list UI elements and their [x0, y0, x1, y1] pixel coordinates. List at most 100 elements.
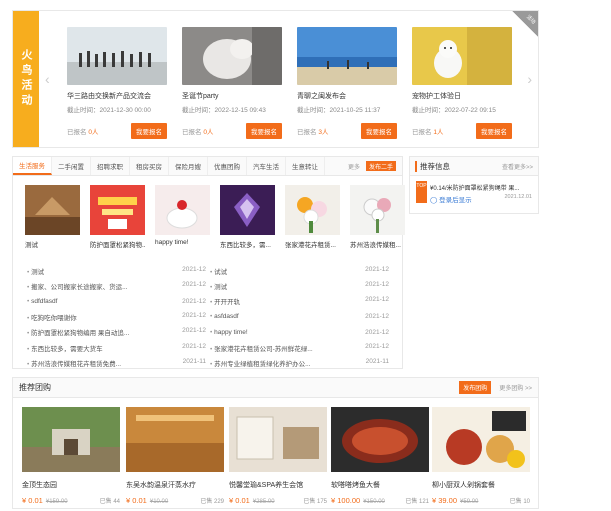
- list-item[interactable]: 搬家、公司搬家长途搬家、货运...2021-12: [27, 281, 210, 291]
- activity-card[interactable]: 青聊之闽发布会 截止时间：2021-10-25 11:37 已报名 3人 我要报…: [297, 27, 397, 139]
- life-thumb[interactable]: 张家港花卉租赁...: [285, 185, 340, 249]
- life-thumb-title[interactable]: happy time!: [155, 239, 210, 246]
- recommend-item-title[interactable]: ¥0.14/米防护面罩松紧狗绳带 果...: [430, 183, 536, 192]
- signup-button[interactable]: 我要报名: [476, 122, 512, 139]
- publish-group-buy-button[interactable]: 发布团购: [459, 381, 492, 394]
- group-buy-card[interactable]: 柳小厨双人剁锅套餐 ¥ 39.00 ¥59.00 已售 10: [432, 407, 530, 505]
- list-item[interactable]: 测试2021-12: [27, 266, 210, 276]
- group-buy-title-text[interactable]: 金顶生态园: [22, 480, 120, 490]
- list-item[interactable]: sdfdfasdf2021-12: [27, 298, 210, 305]
- life-thumb-image[interactable]: [25, 185, 80, 235]
- life-thumb-title[interactable]: 测试: [25, 239, 80, 249]
- life-thumb-title[interactable]: 苏州浩浪传媒租...: [350, 239, 405, 249]
- life-thumb-image[interactable]: [220, 185, 275, 235]
- group-buy-sold: 已售 10: [509, 499, 530, 505]
- life-thumb-image[interactable]: [155, 185, 210, 235]
- activity-image[interactable]: [67, 27, 167, 85]
- login-to-view-link[interactable]: ◯ 登录后显示: [430, 194, 472, 204]
- group-buy-title-text[interactable]: 东吴水韵温泉汗蒸水疗: [126, 480, 224, 490]
- life-thumb[interactable]: 东西比较多，需...: [220, 185, 275, 249]
- group-buy-image[interactable]: [22, 407, 120, 472]
- activity-card[interactable]: 华三路由交换新产品交流会 截止时间：2021-12-30 00:00 已报名 0…: [67, 27, 167, 139]
- group-buy-title-text[interactable]: 悦馨堂瑜&SPA养生会馆: [229, 480, 327, 490]
- group-buy-image[interactable]: [229, 407, 327, 472]
- group-buy-sold: 已售 175: [303, 499, 327, 505]
- post-row: 防护面罩松紧狗物编用 果自动追...2021-12 happy time!202…: [27, 325, 393, 340]
- group-buy-image[interactable]: [432, 407, 530, 472]
- chevron-left-icon[interactable]: ‹: [45, 71, 50, 87]
- signup-button[interactable]: 我要报名: [131, 122, 167, 139]
- group-buy-price: ¥ 0.01: [126, 496, 147, 505]
- tab-insurance[interactable]: 保险月嫂: [169, 157, 208, 175]
- group-buy-card[interactable]: 东吴水韵温泉汗蒸水疗 ¥ 0.01 ¥10.00 已售 229: [126, 407, 224, 505]
- signup-button[interactable]: 我要报名: [246, 122, 282, 139]
- activity-card[interactable]: 宠物护工体验日 截止时间：2022-07-22 09:15 已报名 1人 我要报…: [412, 27, 512, 139]
- activity-image[interactable]: [297, 27, 397, 85]
- activity-title[interactable]: 圣诞节party: [182, 91, 282, 101]
- group-buy-sold: 已售 229: [200, 499, 224, 505]
- list-item[interactable]: asfdasdf2021-12: [210, 313, 393, 320]
- tab-business-transfer[interactable]: 生意转让: [286, 157, 325, 175]
- group-buy-image[interactable]: [126, 407, 224, 472]
- list-item[interactable]: 苏州专业绿植租赁绿化养护办公...2021-11: [210, 358, 393, 368]
- list-item[interactable]: 东西比较多，需要大货车2021-12: [27, 343, 210, 353]
- list-item[interactable]: 吃狗吃你喂谢你2021-12: [27, 312, 210, 322]
- post-row: 测试2021-12 试试2021-12: [27, 263, 393, 278]
- group-buy-original-price: ¥285.00: [252, 499, 275, 505]
- tab-jobs[interactable]: 招聘求职: [91, 157, 130, 175]
- publish-secondhand-button[interactable]: 发布二手: [365, 161, 396, 171]
- tab-car-life[interactable]: 汽车生活: [247, 157, 286, 175]
- activity-signup-count: 已报名 0人: [67, 128, 99, 136]
- life-services-section: 生活服务 二手闲置 招聘求职 租房买房 保险月嫂 优惠团购 汽车生活 生意转让 …: [12, 156, 405, 369]
- group-buy-image[interactable]: [331, 407, 429, 472]
- life-thumb-title[interactable]: 东西比较多，需...: [220, 239, 275, 249]
- tab-housing[interactable]: 租房买房: [130, 157, 169, 175]
- activity-signup-count: 已报名 0人: [182, 128, 214, 136]
- life-thumb-image[interactable]: [90, 185, 145, 235]
- tab-group-deals[interactable]: 优惠团购: [208, 157, 247, 175]
- activity-title[interactable]: 青聊之闽发布会: [297, 91, 397, 101]
- chevron-right-icon[interactable]: ›: [527, 71, 532, 87]
- activity-image[interactable]: [412, 27, 512, 85]
- group-buy-title-text[interactable]: 软嗒嗒烤鱼大餐: [331, 480, 429, 490]
- activity-title[interactable]: 宠物护工体验日: [412, 91, 512, 101]
- group-buy-card[interactable]: 软嗒嗒烤鱼大餐 ¥ 100.00 ¥150.00 已售 121: [331, 407, 429, 505]
- list-item[interactable]: 防护面罩松紧狗物编用 果自动追...2021-12: [27, 327, 210, 337]
- recommend-item-date: 2021.12.01: [504, 194, 532, 200]
- group-buy-price: ¥ 0.01: [22, 496, 43, 505]
- signup-button[interactable]: 我要报名: [361, 122, 397, 139]
- list-item[interactable]: 试试2021-12: [210, 266, 393, 276]
- list-item[interactable]: happy time!2021-12: [210, 329, 393, 336]
- life-thumb[interactable]: happy time!: [155, 185, 210, 249]
- group-buy-original-price: ¥150.00: [363, 499, 385, 505]
- activity-image[interactable]: [182, 27, 282, 85]
- recommend-more-link[interactable]: 查看更多>>: [502, 162, 533, 171]
- tab-secondhand[interactable]: 二手闲置: [52, 157, 91, 175]
- group-buy-card[interactable]: 悦馨堂瑜&SPA养生会馆 ¥ 0.01 ¥285.00 已售 175: [229, 407, 327, 505]
- group-buy-more-link[interactable]: 更多团购 >>: [499, 383, 532, 392]
- group-buy-original-price: ¥59.00: [460, 499, 479, 505]
- activity-deadline: 截止时间：2021-12-30 00:00: [67, 107, 151, 114]
- activity-label: 火鸟活动: [13, 11, 39, 147]
- list-item[interactable]: 测试2021-12: [210, 281, 393, 291]
- activity-title[interactable]: 华三路由交换新产品交流会: [67, 91, 167, 101]
- life-thumb-title[interactable]: 张家港花卉租赁...: [285, 239, 340, 249]
- life-thumb[interactable]: 防护面罩松紧狗物...: [90, 185, 145, 249]
- life-more-link[interactable]: 更多: [342, 157, 366, 175]
- group-buy-title-text[interactable]: 柳小厨双人剁锅套餐: [432, 480, 530, 490]
- group-buy-price: ¥ 100.00: [331, 496, 361, 505]
- tab-life-service[interactable]: 生活服务: [13, 157, 52, 175]
- group-buy-sold: 已售 121: [405, 499, 429, 505]
- life-thumb[interactable]: 测试: [25, 185, 80, 249]
- list-item[interactable]: 开开开轨2021-12: [210, 296, 393, 306]
- activity-signup-count: 已报名 3人: [297, 128, 329, 136]
- life-thumb-title[interactable]: 防护面罩松紧狗物...: [90, 239, 145, 249]
- group-buy-card[interactable]: 金顶生态园 ¥ 0.01 ¥159.00 已售 44: [22, 407, 120, 505]
- list-item[interactable]: 张家港花卉租赁公司-苏州鲜花绿...2021-12: [210, 343, 393, 353]
- activity-deadline: 截止时间：2021-10-25 11:37: [297, 107, 381, 114]
- life-thumb-image[interactable]: [350, 185, 405, 235]
- life-thumb-image[interactable]: [285, 185, 340, 235]
- life-thumb[interactable]: 苏州浩浪传媒租...: [350, 185, 405, 249]
- activity-card[interactable]: 圣诞节party 截止时间：2022-12-15 09:43 已报名 0人 我要…: [182, 27, 282, 139]
- list-item[interactable]: 苏州浩浪传媒租花卉租赁免费...2021-11: [27, 358, 210, 368]
